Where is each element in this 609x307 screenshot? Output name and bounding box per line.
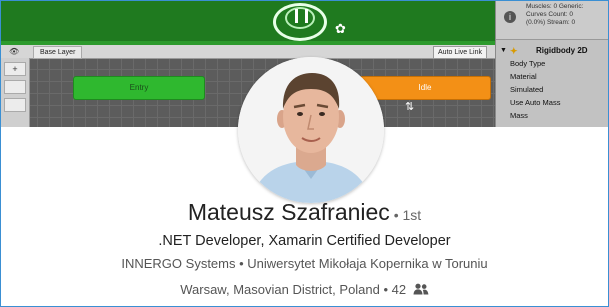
property-label: Simulated xyxy=(510,85,544,94)
base-layer-tab: Base Layer xyxy=(33,46,83,59)
profile-name: Mateusz Szafraniec xyxy=(187,199,390,225)
property-label: Use Auto Mass xyxy=(510,98,561,107)
auto-live-link-button: Auto Live Link xyxy=(433,46,487,59)
animation-info-box: i Muscles: 0 Generic: Curves Count: 0 (0… xyxy=(496,1,608,40)
profile-location-row: Warsaw, Masovian District, Poland • 42 xyxy=(1,281,608,300)
component-title: Rigidbody 2D xyxy=(536,46,588,55)
gizmo-bar-left xyxy=(295,9,298,23)
avatar[interactable] xyxy=(238,57,384,203)
profile-headline: .NET Developer, Xamarin Certified Develo… xyxy=(158,233,451,249)
info-line: Curves Count: 0 xyxy=(526,11,573,18)
connection-degree: • 1st xyxy=(389,207,422,223)
transition-arrows-icon: ⇅ xyxy=(405,100,415,113)
profile-name-row: Mateusz Szafraniec • 1st xyxy=(1,197,608,230)
idle-state-node: Idle xyxy=(359,76,491,100)
entry-state-node: Entry xyxy=(73,76,205,100)
info-lines: Muscles: 0 Generic: Curves Count: 0 (0.0… xyxy=(526,3,583,27)
property-label: Material xyxy=(510,72,537,81)
inspector-panel: i Muscles: 0 Generic: Curves Count: 0 (0… xyxy=(495,1,608,127)
gear-icon: ✿ xyxy=(335,22,346,37)
gizmo-bar-right xyxy=(305,9,308,23)
info-line: (0.0%) Stream: 0 xyxy=(526,19,576,26)
property-label: Body Type xyxy=(510,59,546,68)
eye-icon: 👁 xyxy=(9,47,20,56)
animator-side-panel: + xyxy=(1,58,30,127)
add-parameter-button: + xyxy=(4,62,26,76)
parameter-field xyxy=(4,80,26,94)
animator-toolbar: 👁 Base Layer Auto Live Link xyxy=(1,45,495,59)
profile-location: Warsaw, Masovian District, Poland xyxy=(180,282,380,297)
rigidbody-icon: ✦ xyxy=(510,46,518,56)
parameter-field xyxy=(4,98,26,112)
rigidbody-component-header: ▼ ✦ Rigidbody 2D xyxy=(496,45,608,57)
property-label: Mass xyxy=(510,111,528,120)
profile-photo xyxy=(238,57,384,203)
people-icon xyxy=(413,282,429,300)
info-line: Muscles: 0 Generic: xyxy=(526,3,584,10)
profile-companies: INNERGO Systems • Uniwersytet Mikołaja K… xyxy=(121,256,488,271)
scene-view: ✿ xyxy=(1,1,495,45)
circle-gizmo-inner xyxy=(285,7,315,29)
chevron-down-icon: ▼ xyxy=(500,47,507,54)
connections-count[interactable]: • 42 xyxy=(380,282,406,297)
info-icon: i xyxy=(504,11,516,23)
profile-card: ✿ 👁 Base Layer Auto Live Link + Entry Id… xyxy=(0,0,609,307)
